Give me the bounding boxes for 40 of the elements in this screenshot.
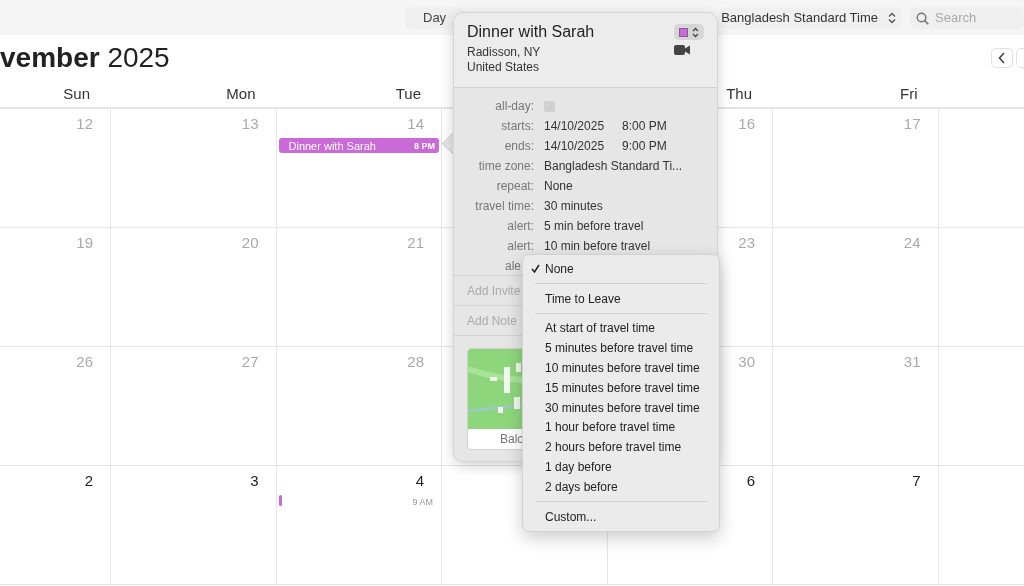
date-number: 26 — [76, 353, 93, 370]
date-number: 30 — [738, 353, 755, 370]
location-text: Radisson, NY — [467, 45, 541, 60]
date-number: 21 — [407, 234, 424, 251]
field-label: repeat: — [496, 179, 534, 193]
field-label: ends: — [504, 139, 534, 153]
weekday-label: Fri — [900, 85, 918, 102]
date-number: 28 — [407, 353, 424, 370]
field-label: travel time: — [475, 199, 534, 213]
month-title: vember 2025 — [0, 41, 170, 74]
date-number: 2 — [84, 472, 93, 489]
weekday-label: Tue — [395, 85, 421, 102]
date-number: 3 — [250, 472, 259, 489]
date-number: 4 — [415, 472, 424, 489]
date-number: 24 — [903, 234, 921, 251]
date-number: 20 — [241, 234, 259, 251]
date-number: 17 — [903, 115, 921, 132]
date-number: 12 — [76, 115, 93, 132]
weekday-label: Thu — [726, 85, 752, 102]
map-label: Balc — [500, 432, 524, 446]
field-label: all-day: — [495, 99, 534, 113]
date-number: 7 — [912, 472, 921, 489]
date-number: 13 — [241, 115, 259, 132]
field-label: alert: — [507, 219, 534, 233]
date-number: 23 — [738, 234, 755, 251]
date-number: 31 — [903, 353, 921, 370]
field-label: starts: — [501, 119, 534, 133]
field-label: time zone: — [478, 159, 534, 173]
weekday-label: Sun — [63, 85, 90, 102]
date-number: 14 — [407, 115, 424, 132]
field-label: ale — [505, 259, 521, 273]
event-time: 9 AM — [412, 497, 433, 507]
location-text: United States — [467, 60, 541, 75]
event-title: Dinner with Sarah — [467, 23, 595, 41]
date-number: 6 — [746, 472, 755, 489]
date-number: 16 — [738, 115, 755, 132]
weekday-label: Mon — [226, 85, 256, 102]
date-number: 27 — [241, 353, 259, 370]
field-label: alert: — [507, 239, 534, 253]
date-number: 19 — [76, 234, 93, 251]
